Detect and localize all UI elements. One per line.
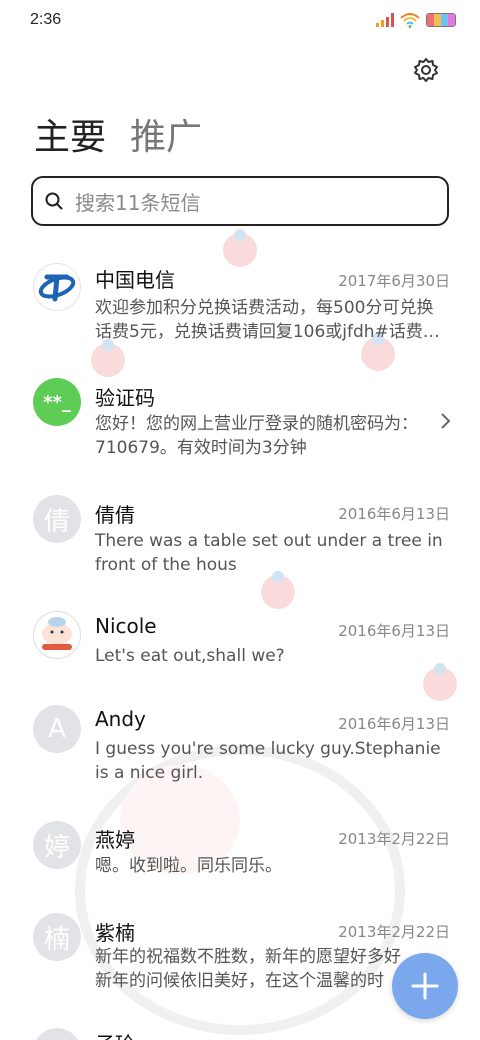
search-icon: [45, 192, 63, 210]
thread-name: 验证码: [95, 386, 155, 410]
thread-preview: I guess you're some lucky guy.Stephanie …: [95, 737, 447, 785]
cartoon-avatar-image: [42, 617, 72, 650]
preview-line: There was a table set out under a tree i…: [95, 531, 443, 551]
new-message-button[interactable]: [392, 953, 458, 1019]
settings-button[interactable]: [412, 56, 440, 84]
signal-icon: [376, 13, 394, 27]
thread-item[interactable]: **_ 验证码 您好！您的网上营业厅登录的随机密码为： 710679。有效时间为…: [0, 368, 480, 478]
category-tabs: 主要 推广: [34, 108, 202, 160]
status-time: 2:36: [30, 11, 62, 28]
thread-preview: 嗯。收到啦。同乐同乐。: [95, 854, 447, 878]
thread-preview: 您好！您的网上营业厅登录的随机密码为： 710679。有效时间为3分钟: [95, 412, 431, 460]
wifi-icon: [400, 13, 420, 28]
preview-line: is a nice girl.: [95, 763, 204, 783]
thread-date: 2013年2月22日: [338, 830, 450, 848]
thread-date: 2016年6月13日: [338, 715, 450, 733]
thread-item[interactable]: Nicole 2016年6月13日 Let's eat out,shall we…: [0, 602, 480, 692]
thread-name: 子玲: [95, 1028, 135, 1040]
status-bar: 2:36: [0, 0, 480, 40]
avatar: 倩: [33, 495, 81, 543]
chevron-right-icon[interactable]: [438, 412, 452, 430]
avatar: 楠: [33, 913, 81, 961]
search-placeholder: 搜索11条短信: [75, 190, 201, 215]
preview-line: front of the hous: [95, 555, 237, 575]
thread-preview: 欢迎参加积分兑换话费活动，每500分可兑换 话费5元，兑换话费请回复106或jf…: [95, 296, 447, 344]
status-icons: [376, 12, 456, 28]
thread-date: 2016年6月13日: [338, 622, 450, 640]
thread-preview: There was a table set out under a tree i…: [95, 529, 447, 577]
preview-line: 话费5元，兑换话费请回复106或jfdh#话费…: [95, 322, 440, 342]
plus-icon: [411, 972, 439, 1000]
thread-name: Andy: [95, 707, 146, 731]
avatar: [33, 263, 81, 311]
preview-line: I guess you're some lucky guy.Stephanie: [95, 739, 441, 759]
thread-name: 燕婷: [95, 828, 135, 852]
search-input[interactable]: 搜索11条短信: [31, 176, 449, 226]
china-telecom-logo: [38, 274, 76, 302]
battery-icon: [426, 13, 456, 27]
avatar: 子: [33, 1028, 81, 1040]
tab-main[interactable]: 主要: [34, 108, 106, 160]
thread-date: 2016年6月13日: [338, 505, 450, 523]
avatar: 婷: [33, 821, 81, 869]
avatar: **_: [33, 378, 81, 426]
gear-icon: [414, 58, 438, 82]
thread-item[interactable]: 中国电信 2017年6月30日 欢迎参加积分兑换话费活动，每500分可兑换 话费…: [0, 250, 480, 360]
avatar: A: [33, 705, 81, 753]
thread-item[interactable]: A Andy 2016年6月13日 I guess you're some lu…: [0, 695, 480, 805]
preview-line: 新年的祝福数不胜数，新年的愿望好多好: [95, 947, 401, 967]
thread-name: Nicole: [95, 614, 157, 638]
thread-date: 2013年2月22日: [338, 923, 450, 941]
preview-line: Let's eat out,shall we?: [95, 646, 285, 666]
preview-line: 嗯。收到啦。同乐同乐。: [95, 856, 282, 876]
thread-date: 2017年6月30日: [338, 272, 450, 290]
thread-item[interactable]: 子 子玲: [0, 1022, 480, 1040]
thread-item[interactable]: 婷 燕婷 2013年2月22日 嗯。收到啦。同乐同乐。: [0, 810, 480, 900]
thread-name: 倩倩: [95, 503, 135, 527]
tab-promo[interactable]: 推广: [130, 108, 202, 160]
thread-name: 紫楠: [95, 921, 135, 945]
preview-line: 您好！您的网上营业厅登录的随机密码为：: [95, 414, 418, 434]
avatar: [33, 611, 81, 659]
preview-line: 欢迎参加积分兑换话费活动，每500分可兑换: [95, 298, 434, 318]
preview-line: 710679。有效时间为3分钟: [95, 438, 307, 458]
thread-name: 中国电信: [95, 268, 175, 292]
thread-preview: Let's eat out,shall we?: [95, 644, 447, 668]
thread-item[interactable]: 倩 倩倩 2016年6月13日 There was a table set ou…: [0, 485, 480, 595]
